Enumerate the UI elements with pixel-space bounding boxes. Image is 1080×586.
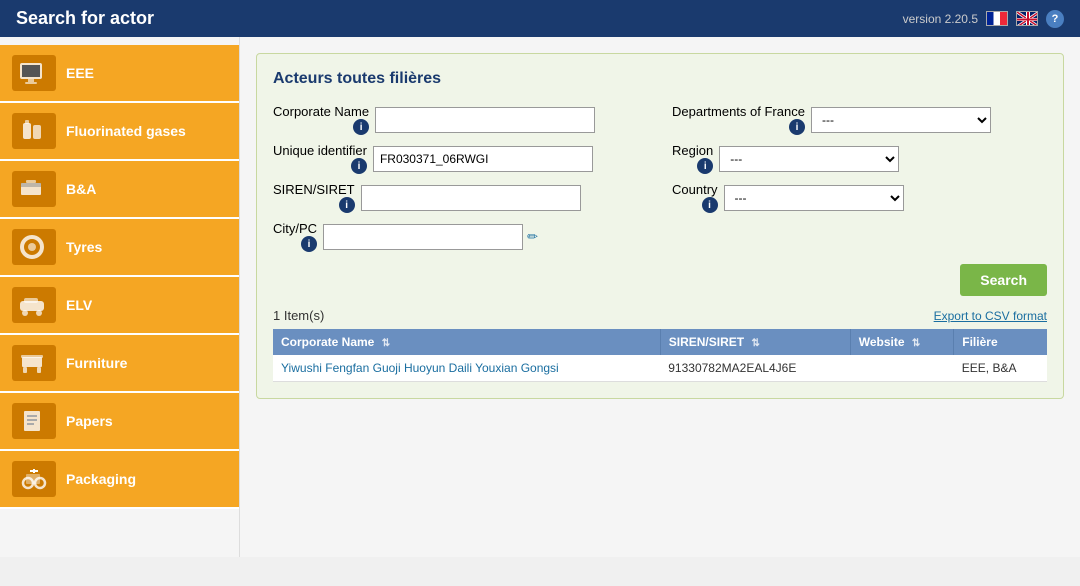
city-row: City/PC i ✏ [273,221,648,252]
results-section: 1 Item(s) Export to CSV format Corporate… [273,308,1047,382]
city-input[interactable] [323,224,523,250]
version-text: version 2.20.5 [903,12,978,26]
sidebar: EEE Fluorinated gases B&A [0,37,240,557]
sort-icon-siren: ⇅ [751,338,759,349]
page-title: Search for actor [16,8,154,29]
table-row: Yiwushi Fengfan Guoji Huoyun Daili Youxi… [273,355,1047,382]
item-count: 1 Item(s) [273,308,324,323]
table-header: Corporate Name ⇅ SIREN/SIRET ⇅ Website ⇅ [273,329,1047,355]
flag-uk[interactable] [1016,11,1038,26]
sort-icon-corporate: ⇅ [382,338,390,349]
sidebar-item-tyres[interactable]: Tyres [0,219,239,277]
dept-france-select[interactable]: --- [811,107,991,133]
sidebar-item-fluor[interactable]: Fluorinated gases [0,103,239,161]
sidebar-item-eee[interactable]: EEE [0,45,239,103]
header-right: version 2.20.5 ? [903,10,1064,28]
flag-fr[interactable] [986,11,1008,26]
sidebar-item-ba-label: B&A [66,181,96,197]
export-csv-link[interactable]: Export to CSV format [934,309,1047,323]
panel-title: Acteurs toutes filières [273,70,1047,88]
country-info[interactable]: i [702,197,718,213]
corporate-name-row: Corporate Name i [273,104,648,135]
sidebar-item-papers[interactable]: Papers [0,393,239,451]
unique-id-info[interactable]: i [351,158,367,174]
col-siren[interactable]: SIREN/SIRET ⇅ [660,329,850,355]
country-row: Country i --- [672,182,1047,213]
corporate-name-info[interactable]: i [353,119,369,135]
country-select[interactable]: --- [724,185,904,211]
cell-siren: 91330782MA2EAL4J6E [660,355,850,382]
sidebar-item-elv[interactable]: ELV [0,277,239,335]
col-website[interactable]: Website ⇅ [850,329,954,355]
city-input-group: ✏ [323,224,538,250]
edit-icon[interactable]: ✏ [527,229,538,245]
sidebar-item-eee-label: EEE [66,65,94,81]
search-form: Corporate Name i Unique identifier i [273,104,1047,252]
cell-website [850,355,954,382]
papers-icon [12,403,56,439]
dept-france-row: Departments of France i --- [672,104,1047,135]
right-form-col: Departments of France i --- Region i [672,104,1047,252]
siren-info[interactable]: i [339,197,355,213]
sidebar-item-furniture[interactable]: Furniture [0,335,239,393]
cell-corporate-name[interactable]: Yiwushi Fengfan Guoji Huoyun Daili Youxi… [273,355,660,382]
col-filiere[interactable]: Filière [954,329,1047,355]
sort-icon-website: ⇅ [912,338,920,349]
corporate-name-label: Corporate Name [273,104,369,119]
region-info[interactable]: i [697,158,713,174]
region-label: Region [672,143,713,158]
results-table: Corporate Name ⇅ SIREN/SIRET ⇅ Website ⇅ [273,329,1047,382]
elv-icon [12,287,56,323]
header: Search for actor version 2.20.5 ? [0,0,1080,37]
tyres-icon [12,229,56,265]
sidebar-item-packaging-label: Packaging [66,471,136,487]
dept-france-label: Departments of France [672,104,805,119]
search-btn-row: Search [273,264,1047,296]
region-row: Region i --- [672,143,1047,174]
main-layout: EEE Fluorinated gases B&A [0,37,1080,557]
dept-france-info[interactable]: i [789,119,805,135]
search-panel: Acteurs toutes filières Corporate Name i [256,53,1064,399]
col-corporate-name[interactable]: Corporate Name ⇅ [273,329,660,355]
siren-row: SIREN/SIRET i [273,182,648,213]
fluor-icon [12,113,56,149]
city-label: City/PC [273,221,317,236]
country-label: Country [672,182,718,197]
left-form-col: Corporate Name i Unique identifier i [273,104,648,252]
cell-filiere: EEE, B&A [954,355,1047,382]
unique-id-label: Unique identifier [273,143,367,158]
siren-input[interactable] [361,185,581,211]
content: Acteurs toutes filières Corporate Name i [240,37,1080,557]
sidebar-item-tyres-label: Tyres [66,239,102,255]
sidebar-item-papers-label: Papers [66,413,113,429]
sidebar-item-fluor-label: Fluorinated gases [66,123,186,139]
region-select[interactable]: --- [719,146,899,172]
sidebar-item-ba[interactable]: B&A [0,161,239,219]
unique-id-input[interactable] [373,146,593,172]
city-info[interactable]: i [301,236,317,252]
packaging-icon [12,461,56,497]
results-header: 1 Item(s) Export to CSV format [273,308,1047,323]
corporate-name-input[interactable] [375,107,595,133]
search-button[interactable]: Search [960,264,1047,296]
unique-id-row: Unique identifier i [273,143,648,174]
help-icon[interactable]: ? [1046,10,1064,28]
sidebar-item-packaging[interactable]: Packaging [0,451,239,509]
sidebar-item-furniture-label: Furniture [66,355,127,371]
furniture-icon [12,345,56,381]
ba-icon [12,171,56,207]
eee-icon [12,55,56,91]
siren-label: SIREN/SIRET [273,182,355,197]
table-body: Yiwushi Fengfan Guoji Huoyun Daili Youxi… [273,355,1047,382]
sidebar-item-elv-label: ELV [66,297,92,313]
